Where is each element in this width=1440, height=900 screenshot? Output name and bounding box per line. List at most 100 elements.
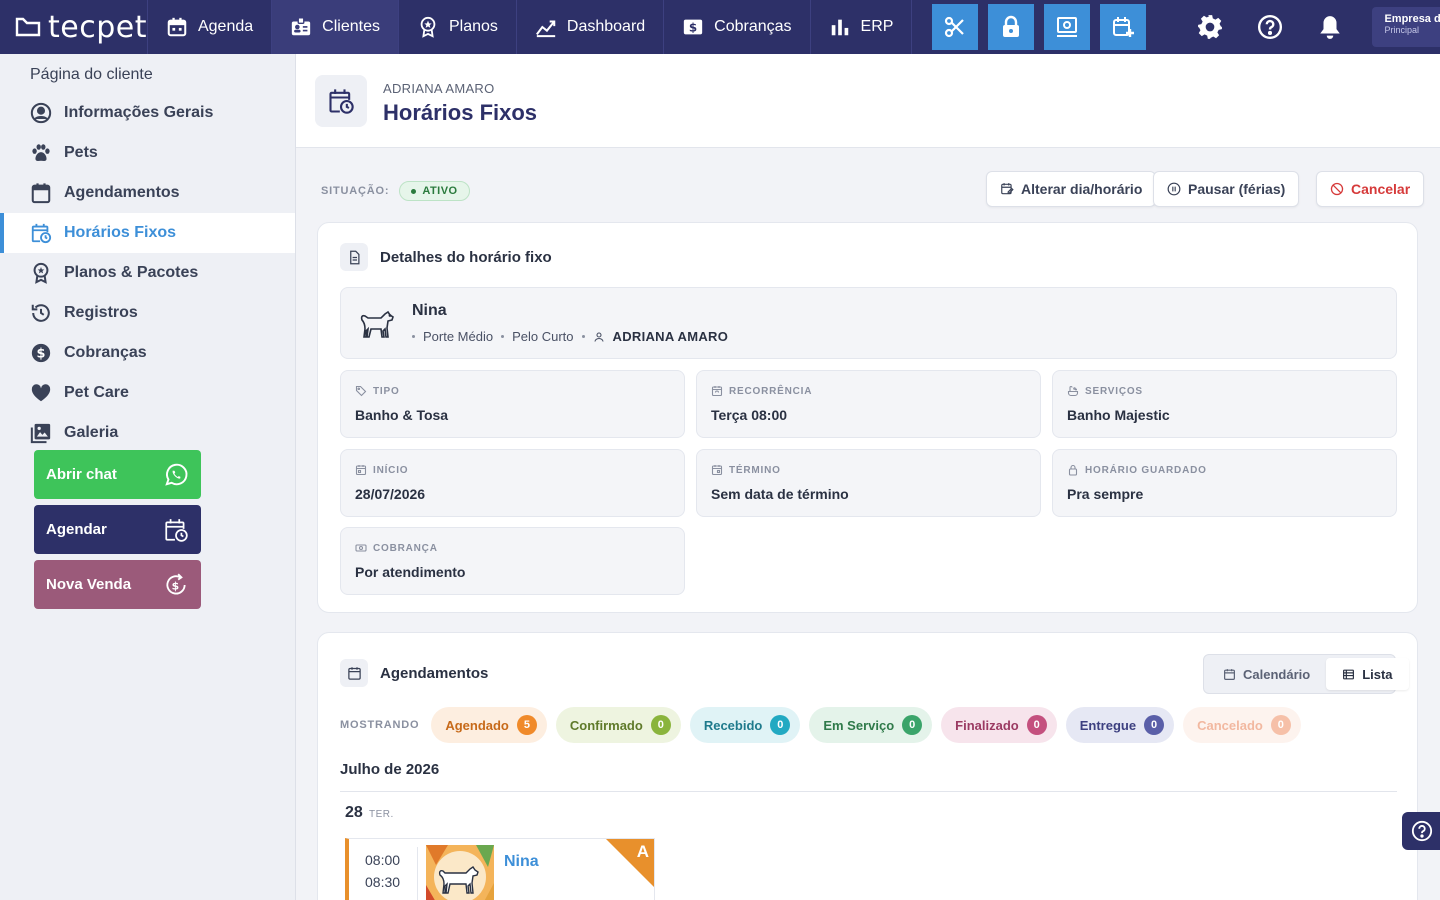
- field-value: 28/07/2026: [355, 486, 426, 502]
- sidebar-item-pets[interactable]: Pets: [0, 133, 295, 173]
- sidebar-item-horarios-fixos[interactable]: Horários Fixos: [0, 213, 295, 253]
- cancel-label: Cancelar: [1351, 181, 1411, 197]
- bell-icon: [1320, 16, 1341, 39]
- nav-cobrancas[interactable]: $ Cobranças: [664, 0, 811, 54]
- pause-button[interactable]: Pausar (férias): [1153, 171, 1300, 207]
- filter-chip-finalizado[interactable]: Finalizado 0: [941, 707, 1057, 743]
- sidebar-item-agendamentos[interactable]: Agendamentos: [0, 173, 295, 213]
- appointment-card[interactable]: 08:00 08:30 Nina A: [345, 838, 655, 900]
- client-sidebar: Página do cliente Informações Gerais Pet…: [0, 54, 296, 900]
- lock-button[interactable]: [988, 4, 1035, 50]
- details-title: Detalhes do horário fixo: [340, 243, 552, 271]
- pet-size: Porte Médio: [423, 329, 494, 344]
- chip-count: 0: [902, 715, 923, 735]
- lock-icon: [1003, 15, 1020, 37]
- company-selector[interactable]: Empresa do Gomes Principal: [1372, 7, 1440, 47]
- chip-count: 0: [1144, 715, 1165, 735]
- field-label: INÍCIO: [373, 464, 409, 476]
- filter-chip-em-servico[interactable]: Em Serviço 0: [809, 707, 933, 743]
- field-horario-guardado: HORÁRIO GUARDADO Pra sempre: [1052, 449, 1397, 517]
- divider: [417, 847, 418, 900]
- monitor-button[interactable]: [1044, 4, 1091, 50]
- filter-chip-confirmado[interactable]: Confirmado 0: [555, 707, 681, 743]
- open-chat-label: Abrir chat: [46, 466, 117, 483]
- nav-clientes[interactable]: Clientes: [272, 0, 399, 54]
- filter-chip-entregue[interactable]: Entregue 0: [1065, 707, 1175, 743]
- view-list-button[interactable]: Lista: [1326, 658, 1409, 690]
- field-label: TÉRMINO: [729, 464, 781, 476]
- chip-label: Agendado: [445, 717, 509, 733]
- details-title-text: Detalhes do horário fixo: [380, 248, 552, 266]
- calendar-add-button[interactable]: [1100, 4, 1147, 50]
- sidebar-item-cobrancas[interactable]: $ Cobranças: [0, 333, 295, 373]
- sidebar-title: Página do cliente: [30, 66, 153, 83]
- pause-icon: [1167, 182, 1181, 196]
- field-label: HORÁRIO GUARDADO: [1085, 464, 1207, 476]
- tag-icon: [355, 385, 367, 397]
- appointment-end: 08:30: [365, 874, 401, 890]
- schedule-button[interactable]: Agendar: [34, 505, 201, 554]
- filter-chip-agendado[interactable]: Agendado 5: [431, 707, 547, 743]
- sidebar-item-informacoes[interactable]: Informações Gerais: [0, 93, 295, 133]
- field-label: TIPO: [373, 385, 400, 397]
- dog-icon: [360, 310, 394, 338]
- monitor-icon: [1057, 17, 1078, 37]
- nav-planos[interactable]: Planos: [399, 0, 517, 54]
- appointments-title: Agendamentos: [340, 659, 488, 687]
- settings-button[interactable]: [1180, 14, 1240, 40]
- cash-icon: [355, 544, 367, 552]
- sidebar-item-pet-care[interactable]: Pet Care: [0, 373, 295, 413]
- change-schedule-button[interactable]: Alterar dia/horário: [986, 171, 1157, 207]
- client-name: ADRIANA AMARO: [383, 81, 495, 96]
- gear-icon: [1198, 15, 1223, 39]
- cancel-button[interactable]: Cancelar: [1316, 171, 1425, 207]
- chip-count: 0: [770, 715, 791, 735]
- paw-icon: [32, 144, 50, 161]
- nav-cobrancas-label: Cobranças: [714, 18, 792, 35]
- bullet: [501, 335, 505, 338]
- svg-text:$: $: [172, 579, 180, 592]
- logo[interactable]: tecpet: [0, 0, 148, 54]
- filter-chip-cancelado[interactable]: Cancelado 0: [1183, 707, 1301, 743]
- nav-erp[interactable]: ERP: [811, 0, 913, 54]
- open-chat-button[interactable]: Abrir chat: [34, 450, 201, 499]
- chip-label: Recebido: [703, 717, 763, 733]
- top-navbar: tecpet Agenda Clientes Planos Dashboard …: [0, 0, 1440, 54]
- nav-clientes-label: Clientes: [322, 18, 380, 35]
- sidebar-item-label: Agendamentos: [64, 184, 180, 201]
- status-filters: MOSTRANDO Agendado 5 Confirmado 0 Recebido…: [340, 707, 1301, 743]
- pause-label: Pausar (férias): [1188, 181, 1286, 197]
- help-floating-button[interactable]: [1402, 812, 1440, 850]
- nav-agenda[interactable]: Agenda: [148, 0, 273, 54]
- view-calendar-button[interactable]: Calendário: [1207, 658, 1326, 690]
- user-circle-icon: [30, 102, 52, 124]
- sidebar-item-galeria[interactable]: Galeria: [0, 413, 295, 453]
- company-name: Empresa do Gomes: [1384, 13, 1440, 25]
- filter-chip-recebido[interactable]: Recebido 0: [689, 707, 801, 743]
- calendar-clock-icon: [329, 89, 354, 114]
- help-button[interactable]: [1240, 14, 1300, 40]
- calendar-repeat-icon: [711, 386, 723, 397]
- pet-summary[interactable]: Nina Porte Médio Pelo Curto ADRIANA AMAR…: [340, 287, 1397, 359]
- lock-icon: [1068, 464, 1078, 476]
- chip-label: Em Serviço: [823, 717, 895, 733]
- calendar-icon: [355, 465, 367, 476]
- field-termino: TÉRMINO Sem data de término: [696, 449, 1041, 517]
- appointments-title-text: Agendamentos: [380, 664, 489, 682]
- calendar-edit-icon: [1001, 183, 1014, 195]
- new-sale-label: Nova Venda: [46, 576, 132, 593]
- divider: [340, 791, 1397, 792]
- help-icon: [1411, 820, 1433, 842]
- field-cobranca: COBRANÇA Por atendimento: [340, 527, 685, 595]
- appointments-card: Agendamentos Calendário Lista MOSTRANDO …: [317, 632, 1418, 900]
- chip-label: Confirmado: [569, 717, 643, 733]
- calendar-end-icon: [711, 465, 723, 476]
- nav-dashboard[interactable]: Dashboard: [517, 0, 665, 54]
- appointment-pet-name: Nina: [504, 853, 539, 870]
- scissors-button[interactable]: [932, 4, 979, 50]
- help-icon: [1258, 14, 1283, 40]
- new-sale-button[interactable]: Nova Venda $: [34, 560, 201, 609]
- sidebar-item-registros[interactable]: Registros: [0, 293, 295, 333]
- notifications-button[interactable]: [1300, 14, 1360, 40]
- sidebar-item-planos[interactable]: Planos & Pacotes: [0, 253, 295, 293]
